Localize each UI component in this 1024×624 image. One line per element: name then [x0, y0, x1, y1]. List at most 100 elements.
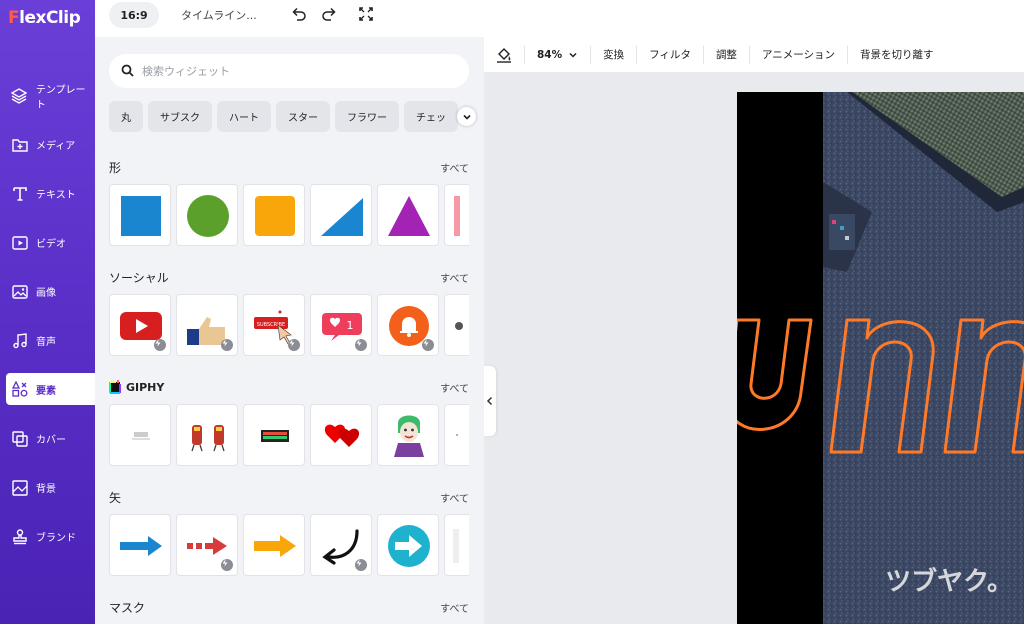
sidebar-item-label: 背景	[36, 484, 56, 495]
chevron-left-icon	[486, 396, 493, 406]
shape-rounded-square[interactable]	[243, 184, 305, 246]
see-all-link[interactable]: すべて	[440, 160, 469, 175]
section-mask: マスク すべて	[109, 597, 469, 617]
giphy-sticker-hearts[interactable]	[310, 404, 372, 466]
search-icon	[121, 62, 134, 81]
brand-stamp-icon	[11, 528, 28, 545]
adjust-button[interactable]: 調整	[704, 45, 750, 64]
sidebar-item-text[interactable]: テキスト	[0, 169, 95, 218]
chips-expand-button[interactable]	[457, 107, 476, 126]
arrow-right-orange[interactable]	[243, 514, 305, 576]
like-notification-icon[interactable]: 1	[310, 294, 372, 356]
sidebar-item-cover[interactable]: カバー	[0, 414, 95, 463]
image-icon	[11, 283, 28, 300]
section-title: GIPHY	[126, 380, 165, 394]
shape-circle[interactable]	[176, 184, 238, 246]
paint-bucket-icon	[497, 47, 511, 63]
fill-color-button[interactable]	[484, 45, 525, 64]
shape-right-triangle[interactable]	[310, 184, 372, 246]
layers-icon	[11, 87, 28, 104]
youtube-icon[interactable]	[109, 294, 171, 356]
chip-star[interactable]: スター	[276, 101, 330, 132]
chip-check[interactable]: チェッ	[404, 101, 458, 132]
giphy-sticker-1[interactable]	[109, 404, 171, 466]
zoom-select[interactable]: 84%	[525, 45, 592, 64]
sidebar-nav: テンプレート メディア テキスト ビデオ 画像 音声 要素 カバー 背景 ブラン…	[0, 71, 95, 561]
video-canvas[interactable]: ツブヤク。	[737, 92, 1024, 624]
arrow-dashed-red[interactable]	[176, 514, 238, 576]
elements-panel: 16:9 タイムライン... 丸サブスクハートスターフラワーチェッ	[95, 0, 484, 624]
giphy-sticker-bacon[interactable]	[176, 404, 238, 466]
chip-flower[interactable]: フラワー	[335, 101, 399, 132]
giphy-logo-icon	[109, 380, 121, 394]
arrow-right-blue[interactable]	[109, 514, 171, 576]
social-partial[interactable]	[444, 294, 469, 356]
animation-button[interactable]: アニメーション	[750, 45, 849, 64]
background-icon	[11, 479, 28, 496]
sidebar-item-brand[interactable]: ブランド	[0, 512, 95, 561]
aspect-ratio-button[interactable]: 16:9	[109, 2, 159, 28]
panel-collapse-button[interactable]	[484, 366, 496, 436]
chip-subscribe[interactable]: サブスク	[148, 101, 212, 132]
transform-button[interactable]: 変換	[591, 45, 638, 64]
music-icon	[11, 332, 28, 349]
arrow-curved-black[interactable]	[310, 514, 372, 576]
sidebar-item-label: 要素	[36, 385, 56, 397]
svg-text:1: 1	[347, 319, 354, 332]
sidebar-item-label: カバー	[36, 435, 66, 446]
giphy-sticker-sign[interactable]	[243, 404, 305, 466]
section-arrows: 矢 すべて	[109, 487, 469, 576]
sidebar-item-audio[interactable]: 音声	[0, 316, 95, 365]
sidebar-item-templates[interactable]: テンプレート	[0, 71, 95, 120]
shape-triangle[interactable]	[377, 184, 439, 246]
animated-badge-icon	[422, 339, 434, 351]
sidebar-item-elements[interactable]: 要素	[6, 373, 95, 405]
animated-badge-icon	[221, 559, 233, 571]
remove-background-button[interactable]: 背景を切り離す	[848, 46, 946, 64]
redo-icon[interactable]	[320, 5, 338, 23]
see-all-link[interactable]: すべて	[440, 270, 469, 285]
top-bar: 16:9 タイムライン...	[95, 0, 484, 37]
sidebar-item-label: テンプレート	[35, 84, 86, 111]
elements-icon	[11, 381, 28, 398]
sidebar-item-video[interactable]: ビデオ	[0, 218, 95, 267]
sidebar-item-label: ブランド	[36, 533, 76, 544]
zoom-level: 84%	[537, 48, 563, 61]
sidebar-item-label: ビデオ	[36, 239, 66, 250]
sidebar-item-media[interactable]: メディア	[0, 120, 95, 169]
editor-area: 84% 変換 フィルタ 調整 アニメーション 背景を切り離す ツブヤク。	[484, 37, 1024, 624]
flexclip-logo[interactable]: FlexClip	[8, 6, 81, 30]
sidebar-item-background[interactable]: 背景	[0, 463, 95, 512]
see-all-link[interactable]: すべて	[440, 600, 469, 615]
section-title: マスク	[109, 600, 146, 615]
see-all-link[interactable]: すべて	[440, 490, 469, 505]
canvas-scene: ツブヤク。	[737, 92, 1024, 624]
see-all-link[interactable]: すべて	[440, 380, 469, 395]
logo-f: F	[8, 8, 20, 28]
chip-circle[interactable]: 丸	[109, 101, 143, 132]
sidebar-item-label: 音声	[36, 337, 56, 348]
giphy-sticker-joker[interactable]	[377, 404, 439, 466]
shape-square[interactable]	[109, 184, 171, 246]
arrow-circle-teal[interactable]	[377, 514, 439, 576]
watermark-text: ツブヤク。	[885, 566, 1013, 597]
filter-button[interactable]: フィルタ	[637, 45, 704, 64]
text-icon	[11, 185, 28, 202]
fullscreen-icon[interactable]	[357, 5, 375, 23]
sidebar-item-image[interactable]: 画像	[0, 267, 95, 316]
arrow-partial[interactable]	[444, 514, 469, 576]
notification-bell-icon[interactable]	[377, 294, 439, 356]
undo-icon[interactable]	[290, 5, 308, 23]
sidebar-item-label: メディア	[36, 141, 76, 152]
shape-partial[interactable]	[444, 184, 469, 246]
search-input[interactable]	[142, 64, 442, 78]
chevron-down-icon	[462, 114, 471, 120]
media-folder-icon	[11, 136, 28, 153]
thumbs-up-icon[interactable]	[176, 294, 238, 356]
timeline-title[interactable]: タイムライン...	[181, 7, 257, 23]
edit-toolbar: 84% 変換 フィルタ 調整 アニメーション 背景を切り離す	[484, 37, 1024, 72]
subscribe-button-icon[interactable]: SUBSCRIBE	[243, 294, 305, 356]
chip-heart[interactable]: ハート	[217, 101, 271, 132]
giphy-sticker-partial[interactable]	[444, 404, 469, 466]
section-title: 形	[109, 160, 122, 175]
